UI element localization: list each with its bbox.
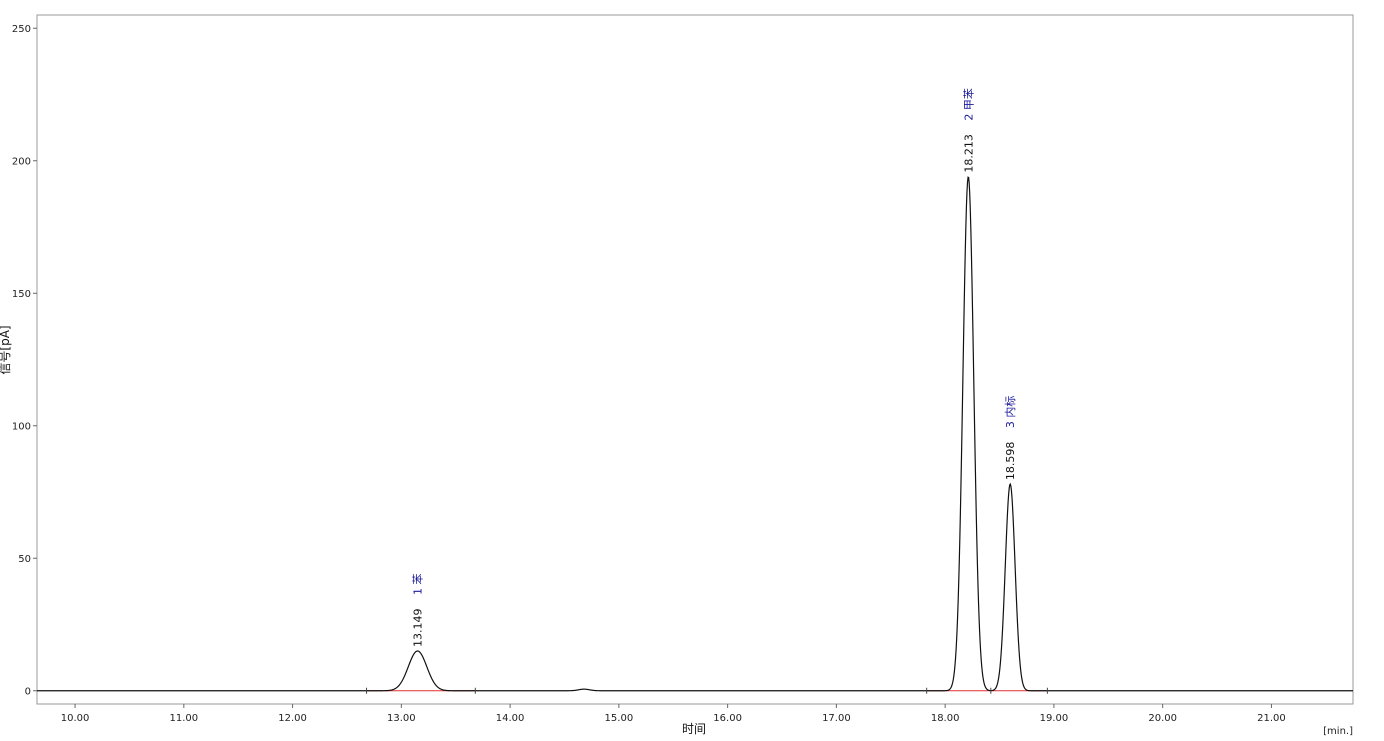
x-tick-label: 21.00 — [1257, 713, 1286, 724]
x-axis: 10.00 11.00 12.00 13.00 14.00 15.00 16.00 17.00… — [61, 704, 1286, 724]
x-tick-label: 19.00 — [1040, 713, 1069, 724]
y-tick-label: 0 — [25, 686, 31, 697]
x-tick-label: 15.00 — [605, 713, 634, 724]
x-tick-label: 17.00 — [822, 713, 851, 724]
peak-rt-label: 18.598 — [1004, 442, 1017, 481]
x-tick-label: 10.00 — [61, 713, 90, 724]
peak-rt-label: 13.149 — [412, 609, 425, 648]
peak-rt-label: 18.213 — [962, 134, 975, 173]
peak-name-label: 3 内标 — [1003, 396, 1017, 429]
x-tick-label: 13.00 — [387, 713, 416, 724]
x-tick-label: 16.00 — [713, 713, 742, 724]
x-axis-unit: [min.] — [1323, 726, 1353, 737]
chromatogram-chart: 0 50 100 150 200 250 10.00 11.00 12.00 13.00 14.0… — [0, 14, 1354, 737]
y-axis: 0 50 100 150 200 250 — [12, 24, 37, 697]
x-axis-title: 时间 — [682, 722, 706, 736]
x-tick-label: 12.00 — [278, 713, 307, 724]
x-tick-label: 11.00 — [170, 713, 199, 724]
peak-name-label: 2 甲苯 — [961, 88, 975, 121]
y-tick-label: 100 — [12, 421, 31, 432]
y-tick-label: 250 — [12, 24, 31, 35]
x-tick-label: 18.00 — [931, 713, 960, 724]
plot-frame — [36, 14, 1354, 705]
x-tick-label: 20.00 — [1148, 713, 1177, 724]
y-tick-label: 150 — [12, 289, 31, 300]
y-tick-label: 200 — [12, 156, 31, 167]
y-axis-title: 信号[pA] — [0, 325, 12, 374]
x-tick-label: 14.00 — [496, 713, 525, 724]
y-tick-label: 50 — [18, 554, 31, 565]
peak-name-label: 1 苯 — [411, 574, 425, 596]
